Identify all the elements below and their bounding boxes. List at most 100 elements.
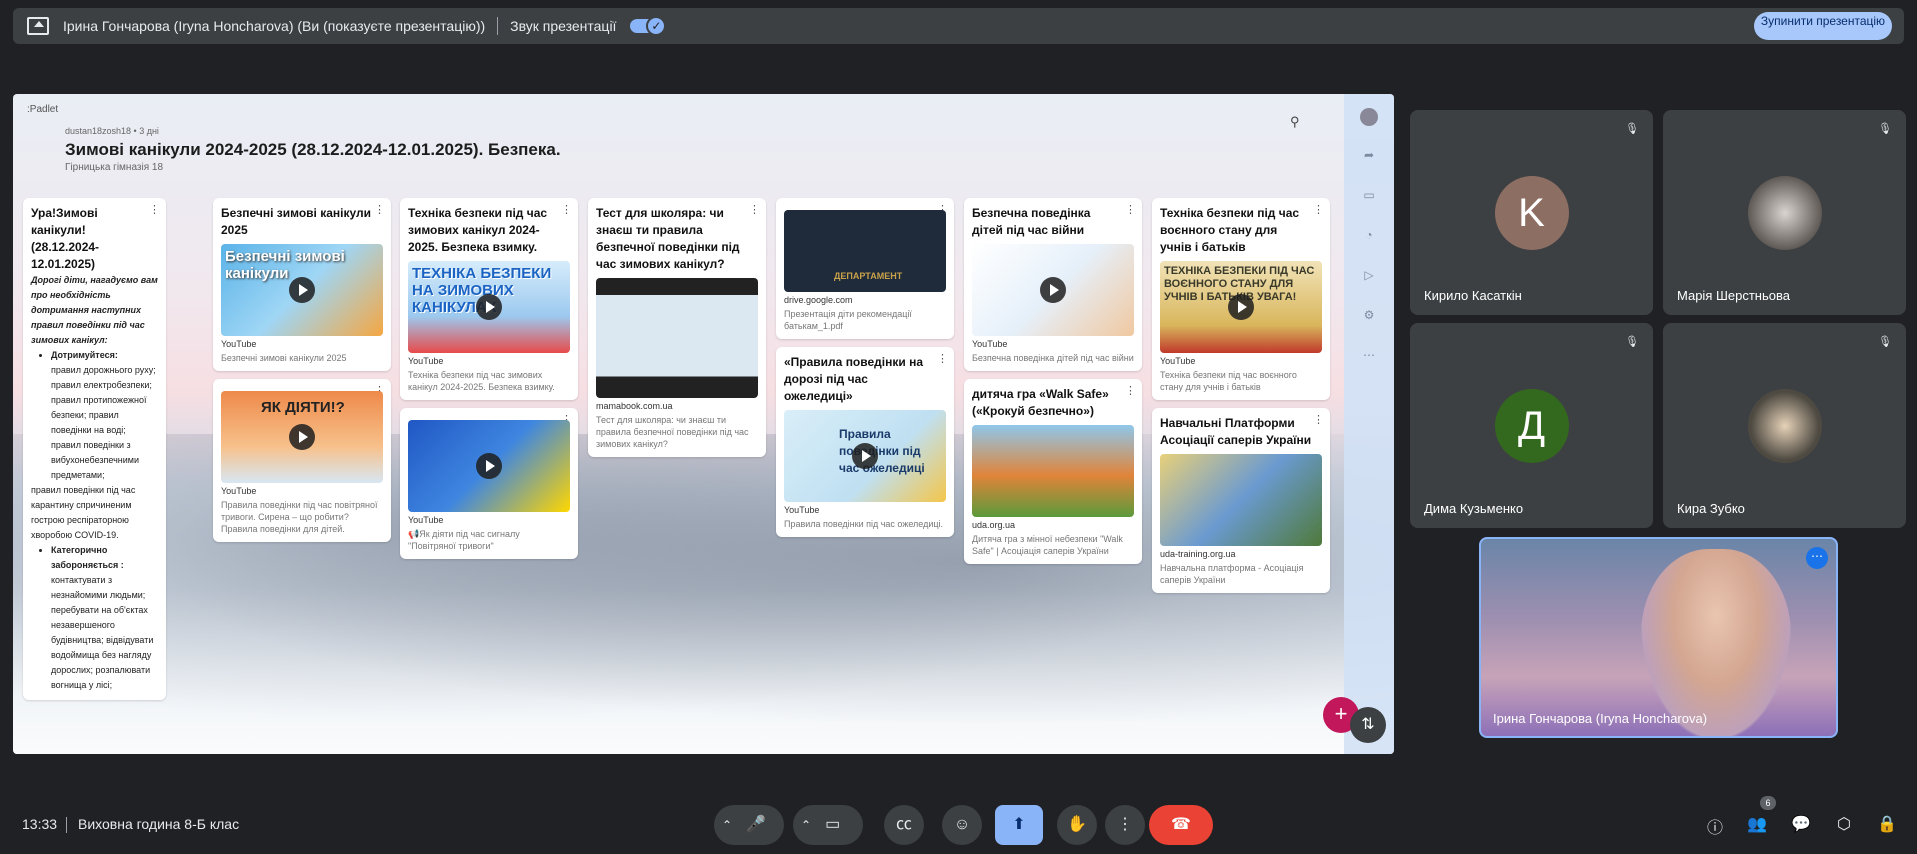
- post-caption: Тест для школяра: чи знаєш ти правила бе…: [596, 415, 749, 449]
- post-card[interactable]: ⋮ Безпечна поведінка дітей під час війни…: [964, 198, 1142, 371]
- host-controls-icon[interactable]: 🔒: [1876, 814, 1898, 836]
- post-intro: Дорогі діти, нагадуємо вам про необхідні…: [31, 275, 158, 345]
- more-icon[interactable]: ⋮: [1125, 203, 1136, 216]
- chevron-up-icon[interactable]: ⌃: [801, 818, 811, 832]
- play-icon[interactable]: [1228, 294, 1254, 320]
- call-controls-bar: 13:33 Виховна година 8-Б клас ⌃ 🎤 ⌃ ▭ ㏄ ☺ …: [0, 796, 1917, 850]
- padlet-column: ⋮ Тест для школяра: чи знаєш ти правила …: [588, 198, 766, 465]
- leave-call-button[interactable]: ☎: [1149, 805, 1213, 845]
- post-card[interactable]: ⋮ Техніка безпеки під час зимових каніку…: [400, 198, 578, 400]
- more-icon[interactable]: ⋮: [149, 203, 160, 216]
- avatar: [1747, 389, 1822, 463]
- emoji-button[interactable]: ☺: [942, 805, 982, 845]
- more-icon[interactable]: ⋮: [1313, 203, 1324, 216]
- participants-count-badge: 6: [1760, 796, 1776, 810]
- people-icon[interactable]: 👥: [1746, 814, 1768, 836]
- post-card[interactable]: ⋮ Безпечні зимові канікули 2025 Безпечні…: [213, 198, 391, 371]
- more-icon[interactable]: ⋮: [561, 203, 572, 216]
- post-title: Безпечні зимові канікули 2025: [221, 206, 371, 237]
- present-button[interactable]: ⬆: [995, 805, 1043, 845]
- presentation-sound-toggle[interactable]: ✓: [630, 16, 667, 36]
- board-meta: dustan18zosh18 • 3 дні: [65, 126, 159, 136]
- more-icon[interactable]: ⋯: [1360, 348, 1378, 366]
- share-icon[interactable]: ➦: [1360, 148, 1378, 166]
- play-icon[interactable]: [289, 424, 315, 450]
- captions-button[interactable]: ㏄: [884, 805, 924, 845]
- more-icon[interactable]: ⋮: [937, 352, 948, 365]
- more-icon[interactable]: ⋮: [749, 203, 760, 216]
- chevron-up-icon[interactable]: ⌃: [722, 818, 732, 832]
- bell-icon[interactable]: ◔: [1360, 228, 1378, 246]
- participant-tile[interactable]: 🎙 Кира Зубко: [1663, 323, 1906, 528]
- thumbnail-text: ЯК ДІЯТИ!?: [261, 399, 345, 416]
- slideshow-icon[interactable]: ▭: [1360, 188, 1378, 206]
- meeting-title: Виховна година 8-Б клас: [78, 816, 240, 832]
- search-icon[interactable]: ⚲: [1290, 114, 1300, 130]
- thumbnail-text: ДЕПАРТАМЕНТ: [834, 271, 903, 281]
- post-card[interactable]: ⋮ Навчальні Платформи Асоціації саперів …: [1152, 408, 1330, 593]
- participant-tile[interactable]: 🎙 Марія Шерстньова: [1663, 110, 1906, 315]
- video-thumbnail[interactable]: [408, 420, 570, 512]
- layout-toggle-button[interactable]: ⇅: [1350, 707, 1386, 743]
- post-source: YouTube: [784, 505, 820, 515]
- padlet-column: ⋮ Ура!Зимові канікули! (28.12.2024-12.01…: [23, 198, 166, 708]
- play-icon[interactable]: ▷: [1360, 268, 1378, 286]
- activities-icon[interactable]: ⬡: [1833, 814, 1855, 836]
- more-options-button[interactable]: ⋮: [1105, 805, 1145, 845]
- more-icon[interactable]: ⋮: [1313, 413, 1324, 426]
- post-card[interactable]: ⋮ Техніка безпеки під час воєнного стану…: [1152, 198, 1330, 400]
- post-source: uda.org.ua: [972, 520, 1016, 530]
- play-icon[interactable]: [289, 277, 315, 303]
- rules-list: Категорично забороняється : контактувати …: [51, 543, 158, 693]
- video-thumbnail[interactable]: ЯК ДІЯТИ!?: [221, 391, 383, 483]
- post-caption: Техніка безпеки під час воєнного стану д…: [1160, 370, 1297, 392]
- post-card[interactable]: ⋮ ДЕПАРТАМЕНТ drive.google.com Презентац…: [776, 198, 954, 339]
- avatar: Д: [1494, 389, 1569, 463]
- video-thumbnail[interactable]: Безпечні зимові канікули: [221, 244, 383, 336]
- video-thumbnail[interactable]: ТЕХНІКА БЕЗПЕКИ ПІД ЧАС ВОЄННОГО СТАНУ Д…: [1160, 261, 1322, 353]
- participant-tile[interactable]: 🎙 K Кирило Касаткін: [1410, 110, 1653, 315]
- link-thumbnail[interactable]: [596, 278, 758, 398]
- avatar[interactable]: [1360, 108, 1378, 126]
- play-icon[interactable]: [1040, 277, 1066, 303]
- play-icon[interactable]: [852, 443, 878, 469]
- document-thumbnail[interactable]: ДЕПАРТАМЕНТ: [784, 210, 946, 292]
- post-caption: Техніка безпеки під час зимових канікул …: [408, 370, 555, 392]
- post-source: uda-training.org.ua: [1160, 549, 1236, 559]
- play-icon[interactable]: [476, 453, 502, 479]
- link-thumbnail[interactable]: [1160, 454, 1322, 546]
- post-card[interactable]: ⋮ ЯК ДІЯТИ!? YouTube Правила поведінки п…: [213, 379, 391, 542]
- padlet-column: ⋮ Безпечна поведінка дітей під час війни…: [964, 198, 1142, 572]
- camera-button[interactable]: ⌃ ▭: [793, 805, 863, 845]
- more-icon[interactable]: ⋮: [1125, 384, 1136, 397]
- chat-icon[interactable]: 💬: [1790, 814, 1812, 836]
- more-icon[interactable]: ⋮: [374, 203, 385, 216]
- padlet-column: ⋮ ДЕПАРТАМЕНТ drive.google.com Презентац…: [776, 198, 954, 545]
- mic-button[interactable]: ⌃ 🎤: [714, 805, 784, 845]
- self-video: [1641, 549, 1791, 736]
- video-thumbnail[interactable]: Правила поведінки під час ожеледиці: [784, 410, 946, 502]
- play-icon[interactable]: [476, 294, 502, 320]
- self-view-tile[interactable]: ⋯ Ірина Гончарова (Iryna Honcharova): [1479, 537, 1838, 738]
- stop-presenting-button[interactable]: Зупинити презентацію: [1754, 12, 1892, 40]
- post-card[interactable]: ⋮ YouTube 📢Як діяти під час сигналу "Пов…: [400, 408, 578, 559]
- video-thumbnail[interactable]: ТЕХНІКА БЕЗПЕКИ НА ЗИМОВИХ КАНІКУЛАХ: [408, 261, 570, 353]
- more-options-icon[interactable]: ⋯: [1806, 547, 1828, 569]
- avatar: [1747, 176, 1822, 250]
- rules-list: Дотримуйтеся: правил дорожнього руху; пра…: [51, 348, 158, 483]
- settings-icon[interactable]: ⚙: [1360, 308, 1378, 326]
- list-body: контактувати з незнайомими людьми; переб…: [51, 575, 154, 690]
- video-thumbnail[interactable]: [972, 244, 1134, 336]
- link-thumbnail[interactable]: [972, 425, 1134, 517]
- participant-tile[interactable]: 🎙 Д Дима Кузьменко: [1410, 323, 1653, 528]
- camera-icon: ▭: [825, 816, 841, 833]
- list-heading: Категорично забороняється :: [51, 545, 124, 570]
- post-card[interactable]: ⋮ Ура!Зимові канікули! (28.12.2024-12.01…: [23, 198, 166, 700]
- meeting-info-icon[interactable]: ⓘ: [1704, 814, 1726, 837]
- post-card[interactable]: ⋮ «Правила поведінки на дорозі під час о…: [776, 347, 954, 537]
- post-caption: Правила поведінки під час повітряної три…: [221, 500, 378, 534]
- raise-hand-button[interactable]: ✋: [1057, 805, 1097, 845]
- post-card[interactable]: ⋮ Тест для школяра: чи знаєш ти правила …: [588, 198, 766, 457]
- post-title: Техніка безпеки під час воєнного стану д…: [1160, 206, 1300, 254]
- post-card[interactable]: ⋮ дитяча гра «Walk Safe» («Крокуй безпеч…: [964, 379, 1142, 564]
